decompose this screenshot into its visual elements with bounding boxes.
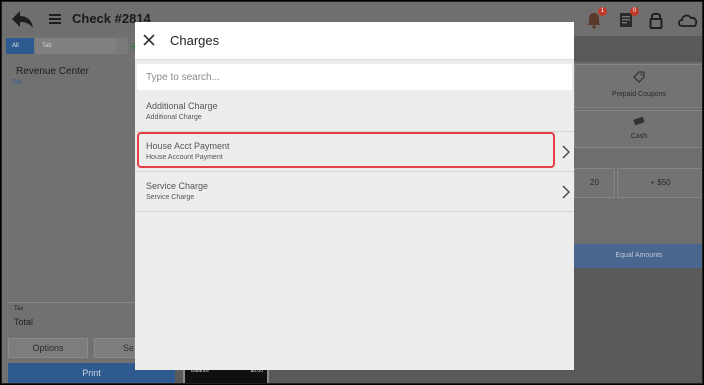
charge-item-additional-charge[interactable]: Additional Charge Additional Charge: [135, 92, 574, 132]
selection-highlight: [137, 132, 555, 168]
bell-icon[interactable]: 1: [584, 7, 607, 30]
hamburger-menu-icon[interactable]: [48, 12, 62, 26]
amount-tile-20[interactable]: 20: [574, 168, 615, 198]
tab-tab[interactable]: Tab: [36, 38, 116, 54]
options-button[interactable]: Options: [8, 338, 88, 358]
prepaid-coupons-tile[interactable]: Prepaid Coupons: [574, 64, 702, 108]
order-tabs: All Tab +: [6, 38, 138, 54]
tag-icon: [575, 71, 702, 86]
cash-tile[interactable]: Cash: [574, 110, 702, 148]
order-panel: All Tab + Revenue Center Tab Tax Total O…: [2, 36, 175, 383]
back-arrow-icon[interactable]: [10, 8, 34, 30]
notifications-badge: 1: [598, 7, 607, 16]
charge-name: Service Charge: [146, 181, 209, 191]
revenue-center-label[interactable]: Revenue Center: [16, 66, 89, 77]
prepaid-coupons-label: Prepaid Coupons: [611, 91, 667, 98]
charge-name: Additional Charge: [146, 101, 218, 111]
revenue-center-value: Tab: [12, 80, 22, 86]
cloud-icon[interactable]: [676, 10, 700, 30]
charge-subtitle: Service Charge: [146, 194, 195, 201]
orders-badge: 0: [630, 7, 639, 16]
lock-icon[interactable]: [646, 10, 666, 30]
tab-all[interactable]: All: [6, 38, 34, 54]
charges-modal: Charges Additional Charge Additional Cha…: [135, 22, 574, 370]
equal-amounts-button[interactable]: Equal Amounts: [574, 244, 702, 268]
search-input[interactable]: [137, 64, 572, 90]
charge-subtitle: Additional Charge: [146, 114, 202, 121]
cash-icon: [575, 115, 702, 130]
modal-title: Charges: [170, 33, 220, 48]
modal-header: Charges: [135, 22, 574, 60]
close-icon[interactable]: [141, 32, 157, 48]
charge-item-service-charge[interactable]: Service Charge Service Charge: [135, 172, 574, 212]
cash-label: Cash: [630, 133, 648, 140]
divider: [8, 302, 134, 303]
app-frame: Check #2814 1 0 All Tab + Revenue Center…: [1, 1, 703, 384]
chevron-right-icon: [562, 185, 570, 199]
chevron-right-icon: [562, 145, 570, 159]
tax-label: Tax: [14, 306, 24, 312]
receipt-icon[interactable]: 0: [616, 7, 639, 30]
secondary-button[interactable]: Se: [94, 338, 135, 358]
total-label: Total: [14, 317, 34, 327]
amount-tile-50[interactable]: + $50: [617, 168, 702, 198]
